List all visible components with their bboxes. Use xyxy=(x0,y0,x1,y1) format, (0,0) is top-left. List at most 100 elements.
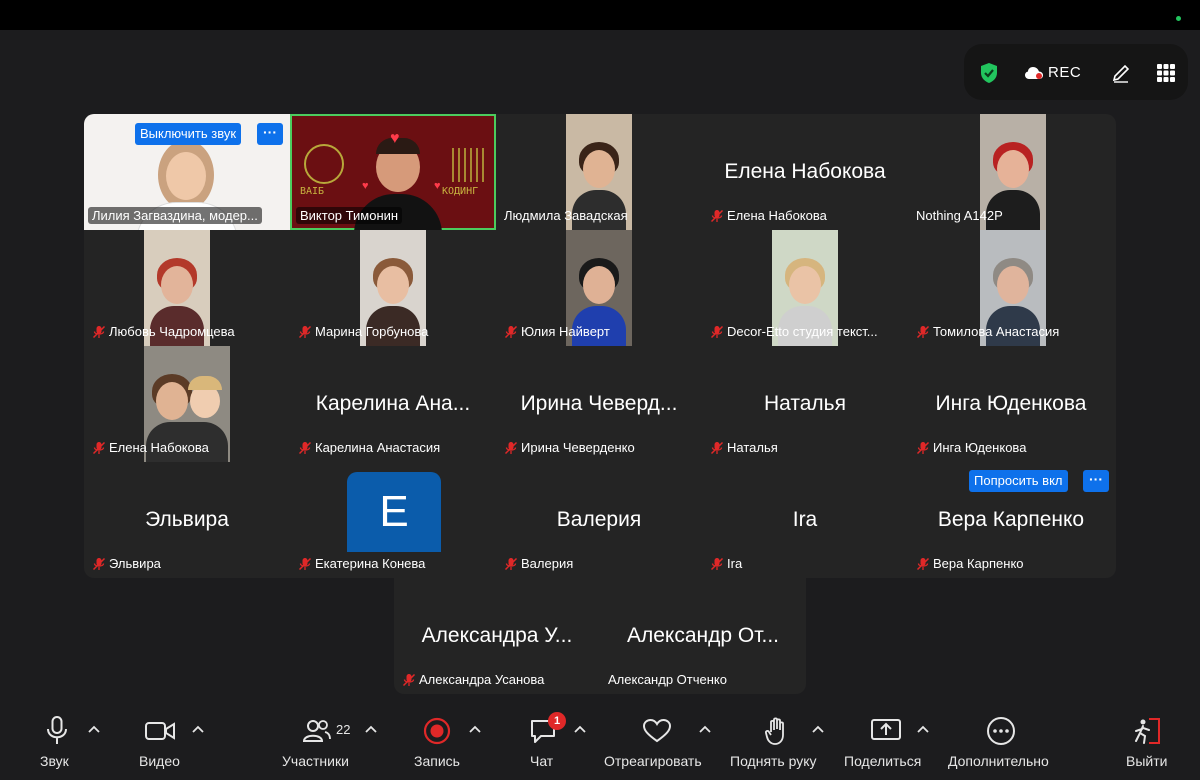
audio-button[interactable]: Звук xyxy=(36,700,116,780)
chat-button[interactable]: 1 Чат xyxy=(522,700,582,780)
participant-name-label: Лилия Загваздина, модер... xyxy=(88,207,262,224)
audio-label: Звук xyxy=(40,753,69,769)
participant-display-name: Карелина Ана... xyxy=(315,392,471,415)
participant-name-label: Ira xyxy=(706,555,746,572)
more-button[interactable]: Дополнительно xyxy=(946,700,1058,780)
participant-tile[interactable]: Выключить звук ··· Лилия Загваздина, мод… xyxy=(84,114,290,230)
participant-tile[interactable]: Елена Набокова Елена Набокова xyxy=(702,114,908,230)
participant-tile[interactable]: Любовь Чадромцева xyxy=(84,230,290,346)
participant-tile[interactable]: Эльвира Эльвира xyxy=(84,462,290,578)
participant-name-label: Юлия Найверт xyxy=(500,323,614,340)
chat-options-chevron-icon[interactable] xyxy=(574,720,588,734)
participant-tile[interactable]: Валерия Валерия xyxy=(496,462,702,578)
participant-tile[interactable]: Людмила Завадская xyxy=(496,114,702,230)
participant-tile[interactable]: Ирина Чеверд... Ирина Чеверденко xyxy=(496,346,702,462)
share-options-chevron-icon[interactable] xyxy=(917,720,931,734)
raise-hand-button[interactable]: Поднять руку xyxy=(730,700,830,780)
mic-muted-icon xyxy=(504,441,518,455)
participant-name-label: Любовь Чадромцева xyxy=(88,323,239,340)
react-options-chevron-icon[interactable] xyxy=(699,720,713,734)
participant-tile[interactable]: Попросить вкл ··· Вера Карпенко Вера Кар… xyxy=(908,462,1114,578)
more-label: Дополнительно xyxy=(948,753,1049,769)
participant-gallery-overflow-row: Александра У... Александра Усанова Алекс… xyxy=(394,578,806,694)
participant-tile[interactable]: Decor-Etto студия текст... xyxy=(702,230,908,346)
participant-tile[interactable]: Карелина Ана... Карелина Анастасия xyxy=(290,346,496,462)
share-label: Поделиться xyxy=(844,753,922,769)
audio-options-chevron-icon[interactable] xyxy=(88,720,102,734)
participant-name-label: Валерия xyxy=(500,555,577,572)
chat-unread-badge: 1 xyxy=(548,712,566,730)
participant-tile[interactable]: Юлия Найверт xyxy=(496,230,702,346)
participants-options-chevron-icon[interactable] xyxy=(365,720,379,734)
participant-name-label: Елена Набокова xyxy=(706,207,831,224)
participants-count: 22 xyxy=(336,722,351,737)
background-text-right: КОДИНГ xyxy=(442,186,479,197)
participant-tile[interactable]: Наталья Наталья xyxy=(702,346,908,462)
participant-name-label: Decor-Etto студия текст... xyxy=(706,323,882,340)
heart-reaction-icon: ♥ xyxy=(390,130,400,147)
gallery-view-icon[interactable] xyxy=(1156,63,1176,83)
raise-hand-options-chevron-icon[interactable] xyxy=(812,720,826,734)
record-icon xyxy=(420,714,454,748)
avatar: E xyxy=(347,472,441,552)
participant-tile[interactable]: Инга Юденкова Инга Юденкова xyxy=(908,346,1114,462)
record-button[interactable]: Запись xyxy=(410,700,470,780)
video-label: Видео xyxy=(139,753,180,769)
participant-name-label: Nothing A142P xyxy=(916,208,1003,223)
participant-tile[interactable]: Александра У... Александра Усанова xyxy=(394,578,600,694)
microphone-icon xyxy=(40,714,74,748)
participant-display-name: Валерия xyxy=(556,508,642,531)
participant-name-label: Вера Карпенко xyxy=(912,555,1028,572)
participant-tile[interactable]: Ira Ira xyxy=(702,462,908,578)
mic-muted-icon xyxy=(504,557,518,571)
participant-name-label: Екатерина Конева xyxy=(294,555,429,572)
participant-tile[interactable]: E Екатерина Конева xyxy=(290,462,496,578)
participant-more-button[interactable]: ··· xyxy=(1083,470,1109,492)
more-ellipsis-icon xyxy=(984,714,1018,748)
record-label: Запись xyxy=(414,753,460,769)
participant-name-label: Александра Усанова xyxy=(398,671,548,688)
recording-label[interactable]: REC xyxy=(1048,64,1081,81)
participant-name-label: Людмила Завадская xyxy=(504,208,628,223)
participants-button[interactable]: 22 Участники xyxy=(280,700,370,780)
participant-name-label: Александр Отченко xyxy=(608,672,727,687)
mic-muted-icon xyxy=(298,441,312,455)
participant-tile-active-speaker[interactable]: BAIБ КОДИНГ ♥ ♥ ♥ Виктор Тимонин xyxy=(290,114,496,230)
react-button[interactable]: Отреагировать xyxy=(604,700,714,780)
mic-muted-icon xyxy=(92,557,106,571)
cloud-record-icon[interactable] xyxy=(1024,65,1044,81)
mic-muted-icon xyxy=(710,557,724,571)
mute-participant-button[interactable]: Выключить звук xyxy=(135,123,242,145)
annotate-pencil-icon[interactable] xyxy=(1110,62,1132,84)
participant-more-button[interactable]: ··· xyxy=(257,123,283,145)
mic-muted-icon xyxy=(298,325,312,339)
mic-muted-icon xyxy=(92,441,106,455)
participant-name-label: Эльвира xyxy=(88,555,165,572)
participant-name-label: Виктор Тимонин xyxy=(296,207,403,224)
participant-name-label: Елена Набокова xyxy=(88,439,213,456)
participant-tile[interactable]: Александр От... Александр Отченко xyxy=(600,578,806,694)
participant-tile[interactable]: Елена Набокова xyxy=(84,346,290,462)
leave-meeting-button[interactable]: Выйти xyxy=(1122,700,1172,780)
participant-name-label: Карелина Анастасия xyxy=(294,439,444,456)
share-screen-icon xyxy=(869,714,903,748)
participant-name-label: Инга Юденкова xyxy=(912,439,1030,456)
participant-tile[interactable]: Марина Горбунова xyxy=(290,230,496,346)
video-button[interactable]: Видео xyxy=(138,700,218,780)
participant-display-name: Эльвира xyxy=(145,508,229,531)
mic-muted-icon xyxy=(710,441,724,455)
participant-tile[interactable]: Томилова Анастасия xyxy=(908,230,1114,346)
react-label: Отреагировать xyxy=(604,753,702,769)
video-options-chevron-icon[interactable] xyxy=(192,720,206,734)
mic-muted-icon xyxy=(916,325,930,339)
mic-muted-icon xyxy=(92,325,106,339)
ask-to-unmute-button[interactable]: Попросить вкл xyxy=(969,470,1068,492)
participant-display-name: Александр От... xyxy=(626,624,780,647)
record-options-chevron-icon[interactable] xyxy=(469,720,483,734)
heart-icon xyxy=(640,714,674,748)
participant-name-label: Томилова Анастасия xyxy=(912,323,1063,340)
share-screen-button[interactable]: Поделиться xyxy=(844,700,934,780)
mic-muted-icon xyxy=(710,209,724,223)
encryption-shield-icon[interactable] xyxy=(978,62,1000,84)
participant-tile[interactable]: Nothing A142P xyxy=(908,114,1114,230)
